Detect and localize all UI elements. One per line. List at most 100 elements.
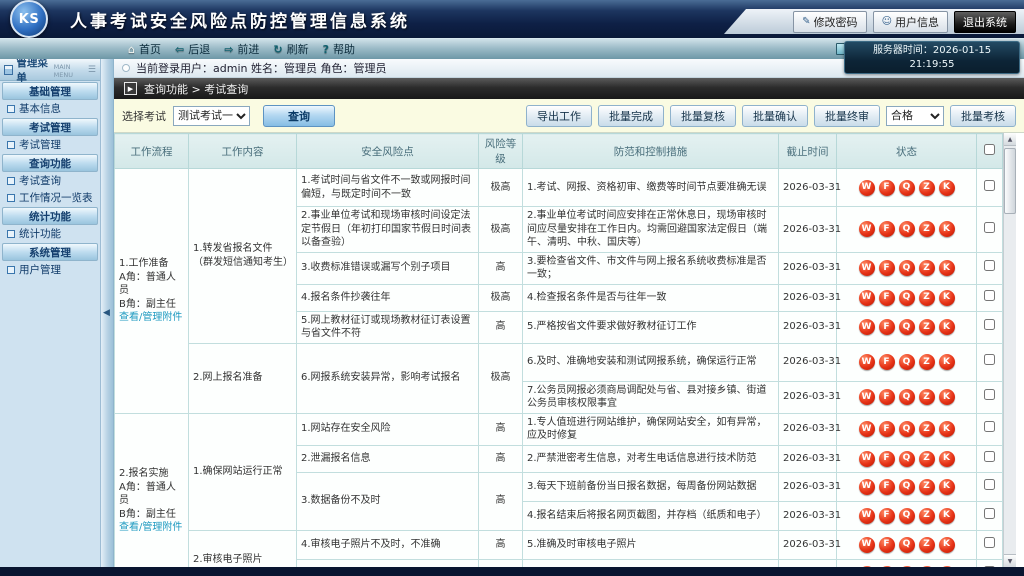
sidebar-item-work-overview[interactable]: 工作情况一览表 [0,189,100,206]
status-badge-z[interactable]: Z [919,354,935,370]
nav-refresh[interactable]: ↻刷新 [273,41,308,57]
status-badge-w[interactable]: W [859,508,875,524]
nav-home[interactable]: ⌂首页 [128,41,161,57]
status-badge-f[interactable]: F [879,451,895,467]
status-badge-k[interactable]: K [939,290,955,306]
status-badge-w[interactable]: W [859,389,875,405]
manage-attachments-link[interactable]: 查看/管理附件 [119,522,182,533]
scroll-down-icon[interactable]: ▼ [1004,554,1016,567]
sidebar-section-query[interactable]: 查询功能 [2,154,98,172]
change-password-button[interactable]: ✎修改密码 [793,11,866,33]
row-select-checkbox[interactable] [984,222,995,233]
status-badge-w[interactable]: W [859,537,875,553]
row-select-checkbox[interactable] [984,508,995,519]
status-badge-f[interactable]: F [879,221,895,237]
status-badge-k[interactable]: K [939,180,955,196]
nav-forward[interactable]: ⇨前进 [224,41,259,57]
logout-button[interactable]: 退出系统 [954,11,1016,33]
status-badge-w[interactable]: W [859,354,875,370]
batch-recheck-button[interactable]: 批量复核 [670,105,736,127]
status-badge-f[interactable]: F [879,354,895,370]
user-info-button[interactable]: ☺用户信息 [873,11,948,33]
status-badge-w[interactable]: W [859,479,875,495]
grade-select[interactable]: 合格 [886,106,944,126]
status-badge-f[interactable]: F [879,389,895,405]
status-badge-f[interactable]: F [879,479,895,495]
status-badge-q[interactable]: Q [899,180,915,196]
status-badge-f[interactable]: F [879,180,895,196]
status-badge-z[interactable]: Z [919,566,935,567]
status-badge-w[interactable]: W [859,319,875,335]
status-badge-k[interactable]: K [939,354,955,370]
status-badge-z[interactable]: Z [919,221,935,237]
status-badge-q[interactable]: Q [899,319,915,335]
status-badge-q[interactable]: Q [899,354,915,370]
batch-final-review-button[interactable]: 批量终审 [814,105,880,127]
status-badge-f[interactable]: F [879,508,895,524]
row-select-checkbox[interactable] [984,479,995,490]
exam-select[interactable]: 测试考试一 [173,106,250,126]
status-badge-w[interactable]: W [859,260,875,276]
status-badge-k[interactable]: K [939,389,955,405]
status-badge-w[interactable]: W [859,566,875,567]
status-badge-f[interactable]: F [879,566,895,567]
collapse-arrow-icon[interactable]: ◀ [103,308,110,318]
row-select-checkbox[interactable] [984,260,995,271]
query-button[interactable]: 查询 [263,105,335,127]
scroll-up-icon[interactable]: ▲ [1004,133,1016,146]
row-select-checkbox[interactable] [984,354,995,365]
sidebar-collapse-strip[interactable]: ◀ [101,59,114,567]
status-badge-z[interactable]: Z [919,421,935,437]
status-badge-q[interactable]: Q [899,260,915,276]
sidebar-item-user-mgmt[interactable]: 用户管理 [0,261,100,278]
status-badge-k[interactable]: K [939,421,955,437]
status-badge-f[interactable]: F [879,421,895,437]
status-badge-f[interactable]: F [879,319,895,335]
status-badge-z[interactable]: Z [919,479,935,495]
row-select-checkbox[interactable] [984,537,995,548]
status-badge-z[interactable]: Z [919,508,935,524]
row-select-checkbox[interactable] [984,180,995,191]
status-badge-q[interactable]: Q [899,290,915,306]
row-select-checkbox[interactable] [984,566,995,567]
row-select-checkbox[interactable] [984,421,995,432]
sidebar-section-exam-mgmt[interactable]: 考试管理 [2,118,98,136]
row-select-checkbox[interactable] [984,389,995,400]
status-badge-f[interactable]: F [879,260,895,276]
vertical-scrollbar[interactable]: ▲ ▼ [1003,133,1016,567]
status-badge-k[interactable]: K [939,479,955,495]
status-badge-k[interactable]: K [939,221,955,237]
row-select-checkbox[interactable] [984,451,995,462]
status-badge-f[interactable]: F [879,290,895,306]
batch-complete-button[interactable]: 批量完成 [598,105,664,127]
batch-confirm-button[interactable]: 批量确认 [742,105,808,127]
status-badge-w[interactable]: W [859,290,875,306]
status-badge-q[interactable]: Q [899,451,915,467]
status-badge-k[interactable]: K [939,566,955,567]
status-badge-k[interactable]: K [939,537,955,553]
nav-help[interactable]: ?帮助 [323,41,355,57]
sidebar-item-exam-query[interactable]: 考试查询 [0,172,100,189]
batch-assess-button[interactable]: 批量考核 [950,105,1016,127]
status-badge-w[interactable]: W [859,451,875,467]
status-badge-z[interactable]: Z [919,319,935,335]
status-badge-w[interactable]: W [859,221,875,237]
status-badge-k[interactable]: K [939,260,955,276]
status-badge-w[interactable]: W [859,421,875,437]
sidebar-section-stats[interactable]: 统计功能 [2,207,98,225]
status-badge-w[interactable]: W [859,180,875,196]
manage-attachments-link[interactable]: 查看/管理附件 [119,312,182,323]
status-badge-q[interactable]: Q [899,221,915,237]
sidebar-section-system[interactable]: 系统管理 [2,243,98,261]
row-select-checkbox[interactable] [984,319,995,330]
status-badge-k[interactable]: K [939,508,955,524]
status-badge-z[interactable]: Z [919,260,935,276]
status-badge-z[interactable]: Z [919,451,935,467]
sidebar-item-basic-info[interactable]: 基本信息 [0,100,100,117]
status-badge-z[interactable]: Z [919,180,935,196]
select-all-checkbox[interactable] [984,144,995,155]
sidebar-item-exam-mgmt[interactable]: 考试管理 [0,136,100,153]
status-badge-k[interactable]: K [939,451,955,467]
status-badge-z[interactable]: Z [919,389,935,405]
status-badge-z[interactable]: Z [919,290,935,306]
